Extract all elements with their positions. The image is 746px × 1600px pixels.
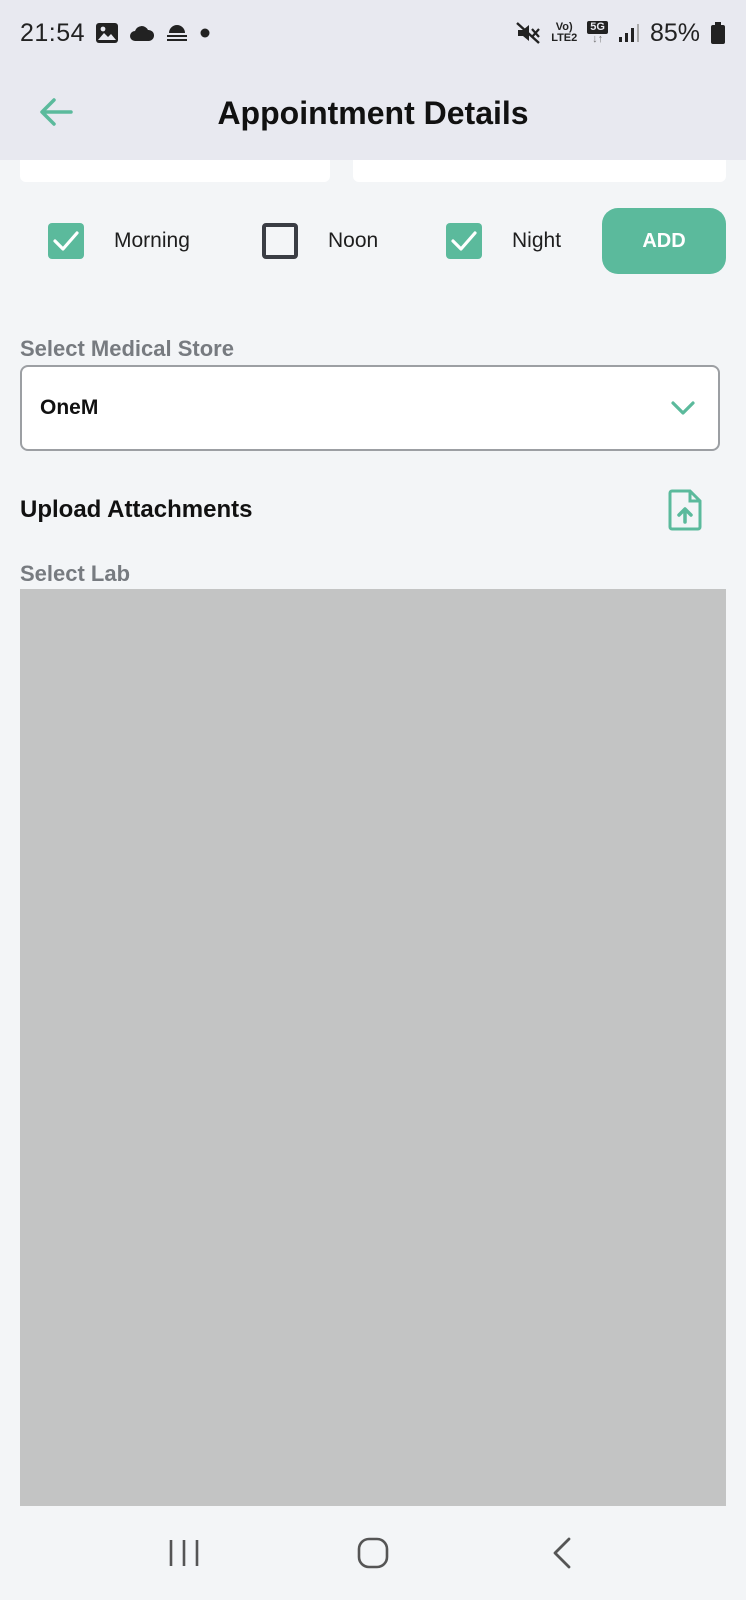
system-nav-bar: [0, 1506, 746, 1600]
medical-store-label: Select Medical Store: [20, 336, 234, 361]
medical-store-dropdown[interactable]: OneM: [20, 365, 720, 451]
network-5g-badge: 5G ↓↑: [587, 21, 608, 45]
night-label: Night: [512, 229, 562, 252]
signal-icon: [618, 23, 640, 43]
mute-icon: [515, 21, 541, 45]
status-time: 21:54: [20, 18, 86, 47]
fog-icon: [165, 22, 189, 44]
chevron-down-icon: [671, 401, 695, 415]
morning-option[interactable]: Morning: [48, 208, 190, 274]
lab-selection-area[interactable]: [20, 589, 726, 1506]
morning-checkbox[interactable]: [48, 223, 84, 259]
notification-dot-icon: [199, 27, 211, 39]
system-back-button[interactable]: [522, 1523, 602, 1583]
battery-icon: [710, 21, 726, 45]
file-upload-icon[interactable]: [668, 489, 702, 531]
timing-row: Morning Noon Night ADD: [0, 208, 746, 274]
add-button[interactable]: ADD: [602, 208, 726, 274]
lab-label: Select Lab: [20, 561, 131, 586]
checkmark-icon: [451, 231, 477, 251]
home-icon: [357, 1537, 389, 1569]
status-left: 21:54: [20, 19, 211, 48]
medical-store-value: OneM: [40, 396, 99, 419]
data-arrows-icon: ↓↑: [592, 33, 604, 45]
recent-apps-button[interactable]: [144, 1523, 224, 1583]
night-checkbox[interactable]: [446, 223, 482, 259]
arrow-left-icon: [40, 98, 73, 126]
chevron-left-icon: [553, 1537, 571, 1569]
cloud-icon: [129, 24, 155, 42]
app-bar: Appointment Details: [0, 66, 746, 160]
status-bar: 21:54 Vo) LTE2 5G ↓↑ 85%: [0, 0, 746, 66]
noon-option[interactable]: Noon: [262, 208, 378, 274]
dosage-field-partial[interactable]: [20, 160, 330, 182]
night-option[interactable]: Night: [446, 208, 561, 274]
duration-field-partial[interactable]: [353, 160, 726, 182]
page-title: Appointment Details: [217, 94, 529, 131]
battery-percent: 85%: [649, 18, 700, 47]
home-button[interactable]: [333, 1523, 413, 1583]
gallery-icon: [95, 22, 119, 44]
noon-checkbox[interactable]: [262, 223, 298, 259]
noon-label: Noon: [328, 229, 379, 252]
checkmark-icon: [53, 231, 79, 251]
status-right: Vo) LTE2 5G ↓↑ 85%: [515, 19, 726, 48]
lte-text: LTE2: [551, 32, 578, 44]
upload-row: Upload Attachments: [20, 488, 726, 532]
back-button[interactable]: [34, 90, 78, 134]
volte-badge: Vo) LTE2: [551, 22, 577, 44]
recent-apps-icon: [170, 1540, 199, 1566]
upload-title: Upload Attachments: [20, 496, 253, 523]
morning-label: Morning: [114, 229, 190, 252]
